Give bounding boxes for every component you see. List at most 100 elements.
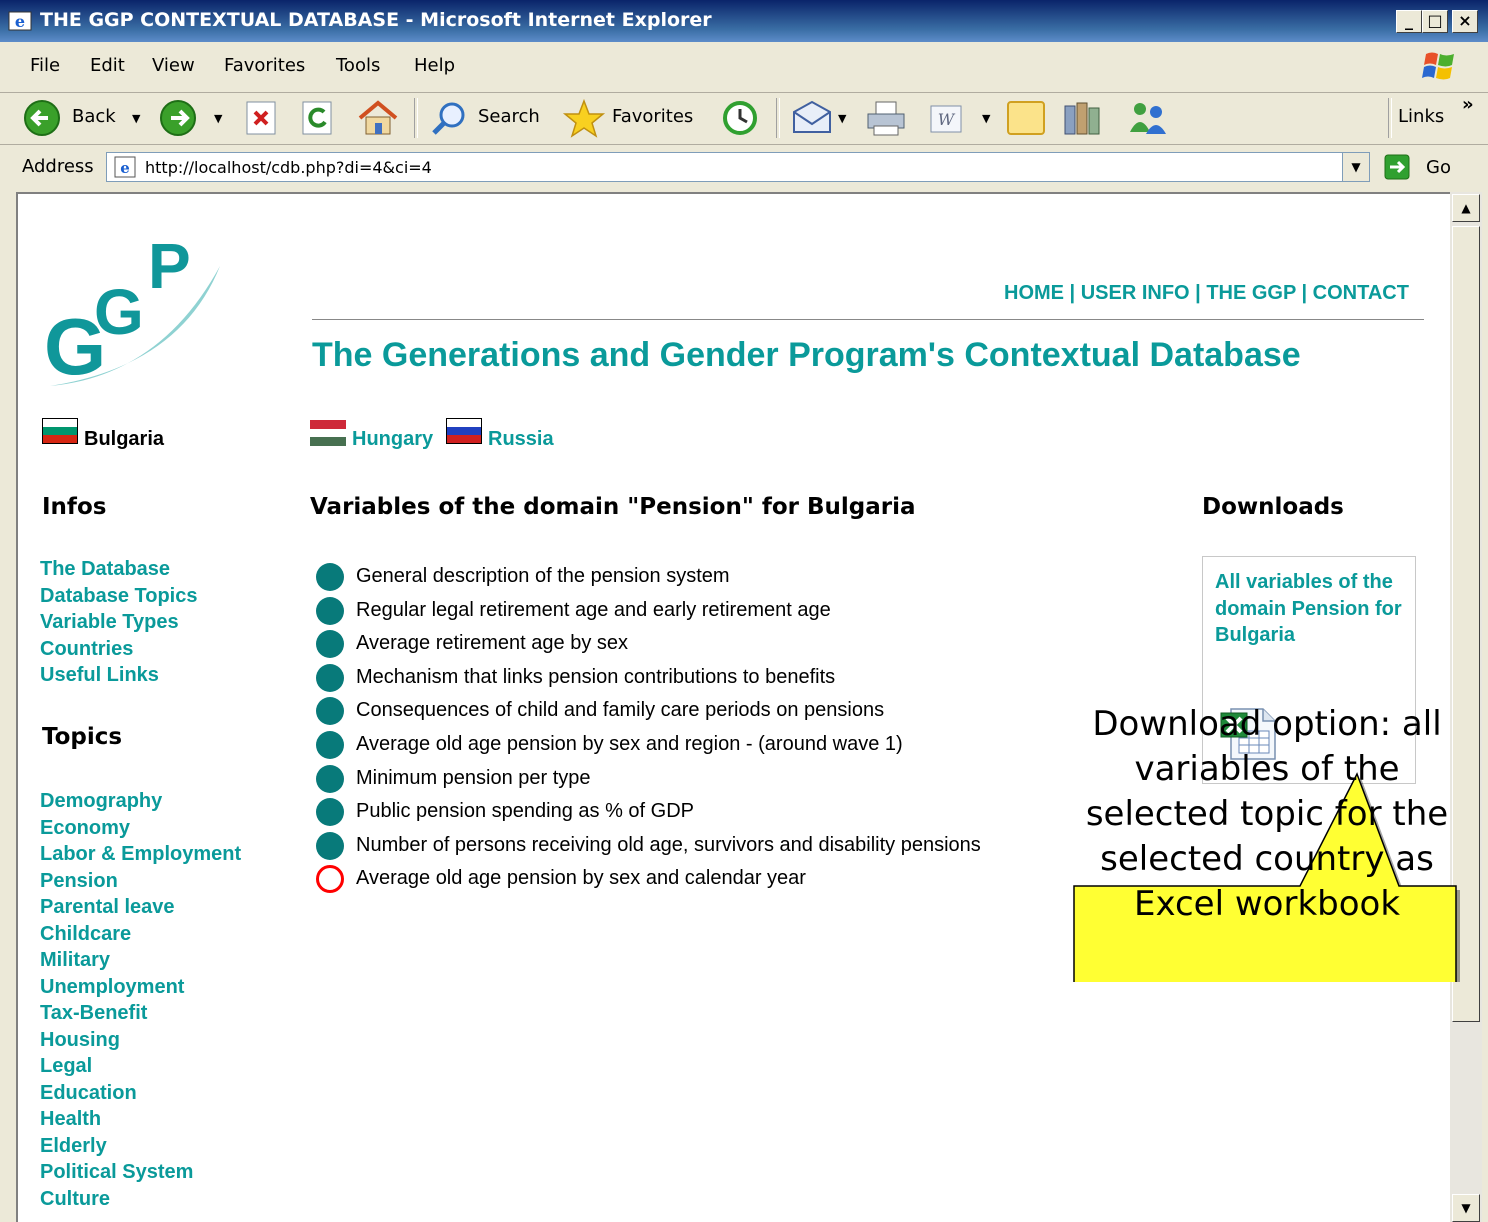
- address-dropdown-icon[interactable]: ▼: [1342, 153, 1369, 181]
- variable-label[interactable]: Average retirement age by sex: [356, 632, 628, 654]
- page-ie-icon: e: [114, 156, 136, 178]
- mail-icon[interactable]: [790, 98, 834, 138]
- address-field[interactable]: e http://localhost/cdb.php?di=4&ci=4 ▼: [106, 152, 1370, 182]
- topic-link[interactable]: Economy: [40, 817, 241, 844]
- topic-link[interactable]: Housing: [40, 1029, 241, 1056]
- forward-arrow-icon[interactable]: [158, 98, 198, 138]
- variable-item[interactable]: Average retirement age by sex: [314, 629, 981, 663]
- edit-word-icon[interactable]: W: [928, 98, 964, 138]
- print-icon[interactable]: [862, 98, 910, 138]
- scroll-down-icon[interactable]: ▼: [1452, 1194, 1480, 1222]
- filled-dot-icon: [316, 563, 344, 591]
- variable-item[interactable]: Public pension spending as % of GDP: [314, 797, 981, 831]
- maximize-button[interactable]: □: [1422, 10, 1448, 33]
- svg-text:W: W: [938, 110, 956, 129]
- variable-label[interactable]: Number of persons receiving old age, sur…: [356, 834, 981, 856]
- filled-dot-icon: [316, 730, 344, 759]
- topic-link[interactable]: Pension: [40, 870, 241, 897]
- variable-item[interactable]: Number of persons receiving old age, sur…: [314, 831, 981, 865]
- russia-flag-icon[interactable]: [446, 418, 482, 444]
- topic-link[interactable]: Culture: [40, 1188, 241, 1215]
- info-link-database[interactable]: The Database: [40, 558, 197, 585]
- variable-label[interactable]: Mechanism that links pension contributio…: [356, 666, 835, 688]
- info-link-countries[interactable]: Countries: [40, 638, 197, 665]
- topic-link[interactable]: Parental leave: [40, 896, 241, 923]
- messenger-icon[interactable]: [1124, 98, 1172, 138]
- home-icon[interactable]: [354, 98, 402, 138]
- discuss-note-icon[interactable]: [1004, 98, 1048, 138]
- go-button[interactable]: Go: [1426, 157, 1451, 178]
- topic-link[interactable]: Unemployment: [40, 976, 241, 1003]
- go-arrow-icon[interactable]: [1384, 154, 1410, 180]
- refresh-icon[interactable]: [300, 98, 336, 138]
- variables-list: General description of the pension syste…: [314, 562, 981, 898]
- topic-link[interactable]: Demography: [40, 790, 241, 817]
- scroll-up-icon[interactable]: ▲: [1452, 194, 1480, 222]
- info-link-useful-links[interactable]: Useful Links: [40, 664, 197, 691]
- hungary-flag-icon[interactable]: [310, 420, 346, 446]
- favorites-button[interactable]: Favorites: [612, 106, 693, 127]
- variable-label[interactable]: Average old age pension by sex and calen…: [356, 867, 806, 889]
- menu-tools[interactable]: Tools: [336, 55, 380, 76]
- topic-link[interactable]: Legal: [40, 1055, 241, 1082]
- empty-circle-icon: [316, 865, 344, 894]
- search-icon[interactable]: [428, 98, 472, 138]
- variable-label[interactable]: Consequences of child and family care pe…: [356, 699, 884, 721]
- research-icon[interactable]: [1060, 98, 1104, 138]
- filled-dot-icon: [316, 831, 344, 860]
- edit-dropdown-icon[interactable]: ▼: [982, 112, 990, 125]
- close-button[interactable]: ×: [1452, 10, 1478, 33]
- topic-link[interactable]: Health: [40, 1108, 241, 1135]
- topic-link[interactable]: Military: [40, 949, 241, 976]
- variable-label[interactable]: Minimum pension per type: [356, 767, 591, 789]
- menu-help[interactable]: Help: [414, 55, 455, 76]
- variable-label[interactable]: Regular legal retirement age and early r…: [356, 599, 831, 621]
- variable-item[interactable]: General description of the pension syste…: [314, 562, 981, 596]
- forward-dropdown-icon[interactable]: ▼: [214, 112, 222, 125]
- toolbar-separator: [776, 98, 780, 138]
- topic-link[interactable]: Political System: [40, 1161, 241, 1188]
- address-url[interactable]: http://localhost/cdb.php?di=4&ci=4: [145, 158, 432, 177]
- variable-item[interactable]: Average old age pension by sex and regio…: [314, 730, 981, 764]
- minimize-button[interactable]: _: [1396, 10, 1422, 33]
- bulgaria-flag-icon: [42, 418, 78, 444]
- topic-link[interactable]: Education: [40, 1082, 241, 1109]
- menu-edit[interactable]: Edit: [90, 55, 125, 76]
- menu-view[interactable]: View: [152, 55, 195, 76]
- stop-icon[interactable]: [244, 98, 280, 138]
- back-button[interactable]: Back: [72, 106, 116, 127]
- info-link-variable-types[interactable]: Variable Types: [40, 611, 197, 638]
- topic-link[interactable]: Labor & Employment: [40, 843, 241, 870]
- filled-dot-icon: [316, 764, 344, 793]
- downloads-heading: Downloads: [1202, 494, 1344, 520]
- history-icon[interactable]: [718, 98, 762, 138]
- filled-dot-icon: [316, 663, 344, 692]
- country-link-russia[interactable]: Russia: [488, 428, 554, 451]
- links-button[interactable]: Links: [1398, 106, 1444, 127]
- callout-text: Download option: all variables of the se…: [1085, 704, 1449, 924]
- search-button[interactable]: Search: [478, 106, 540, 127]
- topic-link[interactable]: Childcare: [40, 923, 241, 950]
- variable-item[interactable]: Average old age pension by sex and calen…: [314, 864, 981, 898]
- header-divider: [312, 319, 1424, 320]
- variable-label[interactable]: General description of the pension syste…: [356, 565, 730, 587]
- top-nav[interactable]: HOME | USER INFO | THE GGP | CONTACT: [1004, 282, 1409, 305]
- info-link-database-topics[interactable]: Database Topics: [40, 585, 197, 612]
- variable-item[interactable]: Regular legal retirement age and early r…: [314, 596, 981, 630]
- filled-dot-icon: [316, 630, 344, 659]
- back-dropdown-icon[interactable]: ▼: [132, 112, 140, 125]
- country-link-hungary[interactable]: Hungary: [352, 428, 433, 451]
- topic-link[interactable]: Elderly: [40, 1135, 241, 1162]
- variable-label[interactable]: Average old age pension by sex and regio…: [356, 733, 903, 755]
- variable-label[interactable]: Public pension spending as % of GDP: [356, 800, 694, 822]
- favorites-star-icon[interactable]: [562, 98, 606, 138]
- variable-item[interactable]: Consequences of child and family care pe…: [314, 696, 981, 730]
- menu-file[interactable]: File: [30, 55, 60, 76]
- mail-dropdown-icon[interactable]: ▼: [838, 112, 846, 125]
- variable-item[interactable]: Mechanism that links pension contributio…: [314, 663, 981, 697]
- variable-item[interactable]: Minimum pension per type: [314, 764, 981, 798]
- menu-favorites[interactable]: Favorites: [224, 55, 305, 76]
- topic-link[interactable]: Tax-Benefit: [40, 1002, 241, 1029]
- toolbar-more-chevron-icon[interactable]: »: [1462, 94, 1474, 115]
- back-arrow-icon[interactable]: [22, 98, 62, 138]
